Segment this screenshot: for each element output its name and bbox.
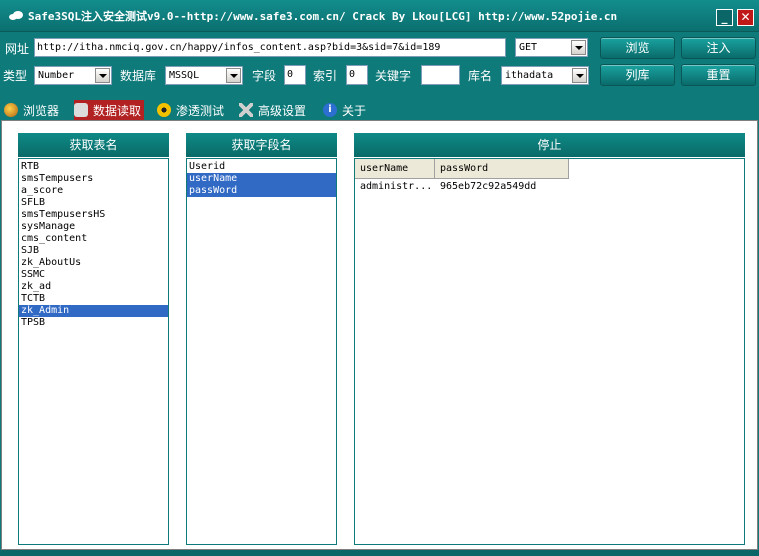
bottom-border [0, 550, 759, 556]
list-item[interactable]: cms_content [19, 233, 168, 245]
tables-list[interactable]: RTB smsTempusers a_score SFLB smsTempusersHS… [18, 158, 169, 545]
url-label: 网址 [5, 42, 30, 56]
type-label: 类型 [3, 69, 28, 83]
tab-label: 数据读取 [93, 103, 142, 118]
url-input[interactable]: http://itha.nmciq.gov.cn/happy/infos_con… [34, 38, 506, 57]
list-item[interactable]: a_score [19, 185, 168, 197]
browser-icon [4, 103, 18, 117]
chevron-down-icon[interactable] [572, 68, 587, 83]
tab-label: 渗透测试 [176, 103, 225, 118]
inject-button[interactable]: 注入 [681, 37, 756, 59]
type-select[interactable]: Number [34, 66, 112, 85]
fields-panel: 获取字段名 Userid userName passWord [186, 133, 337, 545]
keyword-input[interactable] [421, 65, 460, 85]
list-item[interactable]: userName [187, 173, 336, 185]
tables-panel: 获取表名 RTB smsTempusers a_score SFLB smsTempus… [18, 133, 169, 545]
method-select[interactable]: GET [515, 38, 588, 57]
browse-button[interactable]: 浏览 [600, 37, 675, 59]
type-value: Number [38, 70, 75, 81]
list-item[interactable]: TCTB [19, 293, 168, 305]
database-icon [74, 103, 88, 117]
chevron-down-icon[interactable] [95, 68, 110, 83]
index-input[interactable]: 0 [346, 65, 368, 85]
list-db-button[interactable]: 列库 [600, 64, 675, 86]
chevron-down-icon[interactable] [571, 40, 586, 55]
close-button[interactable]: ✕ [737, 9, 754, 26]
index-label: 索引 [313, 69, 338, 83]
table-cell[interactable]: administr... [355, 181, 435, 193]
list-item[interactable]: SSMC [19, 269, 168, 281]
list-item[interactable]: sysManage [19, 221, 168, 233]
database-label: 数据库 [120, 69, 157, 83]
list-item[interactable]: TPSB [19, 317, 168, 329]
info-icon: i [323, 103, 337, 117]
list-item[interactable]: zk_Admin [19, 305, 168, 317]
tab-about[interactable]: i 关于 [323, 100, 366, 120]
database-value: MSSQL [169, 70, 200, 81]
list-item[interactable]: RTB [19, 161, 168, 173]
list-item[interactable]: zk_AboutUs [19, 257, 168, 269]
dbname-select[interactable]: ithadata [501, 66, 589, 85]
list-item[interactable]: SJB [19, 245, 168, 257]
list-item[interactable]: SFLB [19, 197, 168, 209]
list-item[interactable]: Userid [187, 161, 336, 173]
database-select[interactable]: MSSQL [165, 66, 243, 85]
keyword-label: 关键字 [375, 69, 412, 83]
tools-icon [239, 103, 253, 117]
method-value: GET [519, 42, 538, 53]
tab-label: 高级设置 [258, 103, 307, 118]
field-label: 字段 [252, 69, 277, 83]
stop-button[interactable]: 停止 [354, 133, 745, 157]
chevron-down-icon[interactable] [226, 68, 241, 83]
dbname-label: 库名 [468, 69, 493, 83]
list-item[interactable]: zk_ad [19, 281, 168, 293]
cloud-icon [9, 11, 23, 20]
dbname-value: ithadata [505, 70, 554, 81]
tables-header-button[interactable]: 获取表名 [18, 133, 169, 157]
radiation-icon [157, 103, 171, 117]
column-header[interactable]: passWord [435, 159, 569, 179]
tab-data-read[interactable]: 数据读取 [74, 100, 145, 120]
list-item[interactable]: smsTempusersHS [19, 209, 168, 221]
field-input[interactable]: 0 [284, 65, 306, 85]
table-cell[interactable]: 965eb72c92a549dd [435, 181, 569, 193]
tab-label: 浏览器 [23, 103, 60, 118]
reset-button[interactable]: 重置 [681, 64, 756, 86]
results-grid[interactable]: userName passWord administr... 965eb72c9… [354, 158, 745, 545]
title-bar: Safe3SQL注入安全测试v9.0--http://www.safe3.com… [0, 0, 759, 32]
window-title: Safe3SQL注入安全测试v9.0--http://www.safe3.com… [28, 10, 618, 23]
fields-list[interactable]: Userid userName passWord [186, 158, 337, 545]
list-item[interactable]: passWord [187, 185, 336, 197]
results-panel: 停止 userName passWord administr... 965eb7… [354, 133, 745, 545]
tab-advanced[interactable]: 高级设置 [239, 100, 306, 120]
column-header[interactable]: userName [355, 159, 435, 179]
data-read-panel: 获取表名 RTB smsTempusers a_score SFLB smsTempus… [1, 120, 758, 550]
tab-label: 关于 [342, 103, 367, 118]
tab-bar: 浏览器 数据读取 渗透测试 高级设置 i 关于 [0, 100, 759, 120]
tab-browser[interactable]: 浏览器 [4, 100, 59, 120]
list-item[interactable]: smsTempusers [19, 173, 168, 185]
fields-header-button[interactable]: 获取字段名 [186, 133, 337, 157]
tab-pentest[interactable]: 渗透测试 [157, 100, 224, 120]
minimize-button[interactable]: _ [716, 9, 733, 26]
